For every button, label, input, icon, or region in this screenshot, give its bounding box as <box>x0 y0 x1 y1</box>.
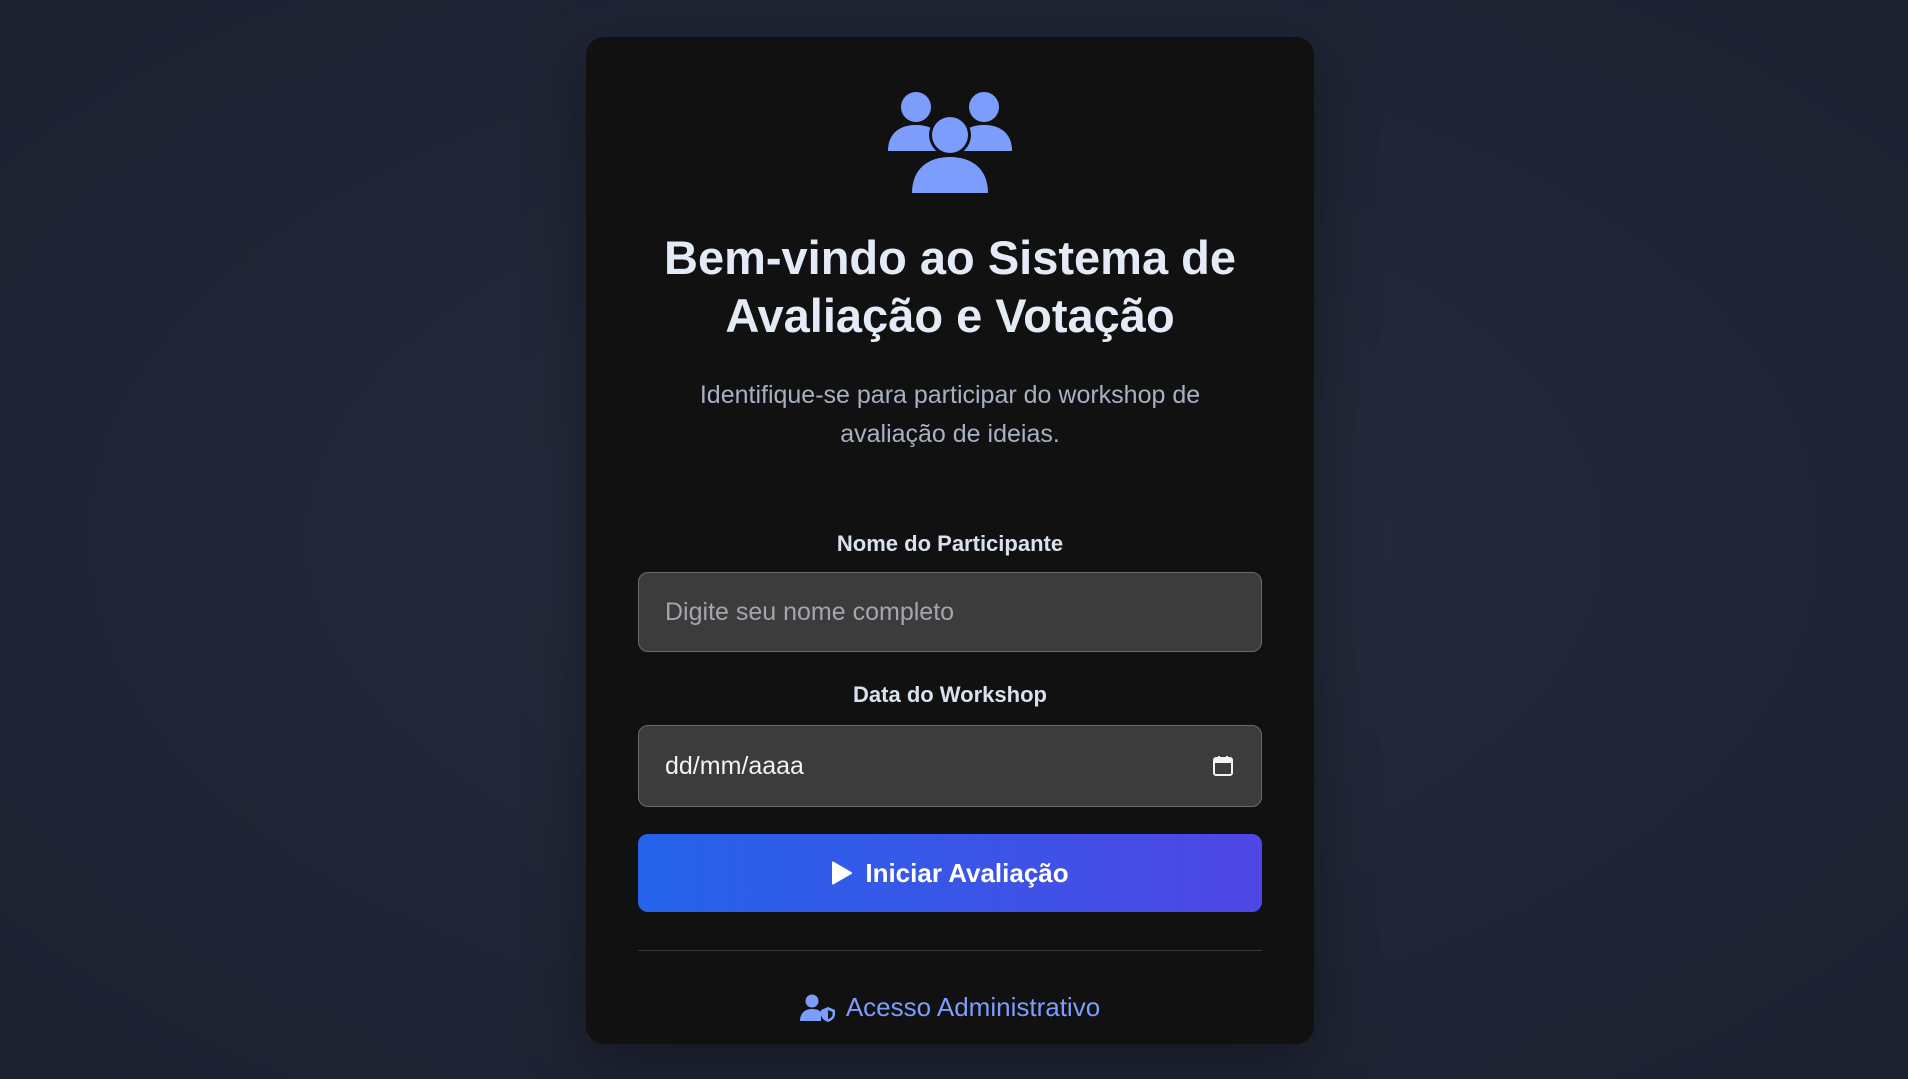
participant-name-label: Nome do Participante <box>836 531 1064 556</box>
page-subtitle: Identifique-se para participar do worksh… <box>699 381 1201 448</box>
calendar-icon[interactable] <box>1211 754 1235 778</box>
login-card: Bem-vindo ao Sistema de Avaliação e Vota… <box>586 37 1314 1044</box>
play-icon <box>832 861 853 885</box>
admin-access-link[interactable]: Acesso Administrativo <box>586 992 1314 1023</box>
workshop-date-input[interactable]: dd/mm/aaaa <box>638 725 1262 807</box>
divider <box>638 950 1262 951</box>
participant-name-placeholder: Digite seu nome completo <box>665 597 955 626</box>
admin-access-label: Acesso Administrativo <box>845 992 1101 1022</box>
workshop-date-label: Data do Workshop <box>853 682 1047 707</box>
workshop-date-placeholder: dd/mm/aaaa <box>665 751 804 780</box>
page-title: Bem-vindo ao Sistema de Avaliação e Vota… <box>664 231 1236 342</box>
user-shield-icon <box>799 994 835 1022</box>
start-evaluation-button[interactable]: Iniciar Avaliação <box>638 834 1262 912</box>
users-group-icon <box>888 92 1012 193</box>
start-evaluation-label: Iniciar Avaliação <box>865 857 1069 888</box>
participant-name-input[interactable]: Digite seu nome completo <box>638 572 1262 652</box>
